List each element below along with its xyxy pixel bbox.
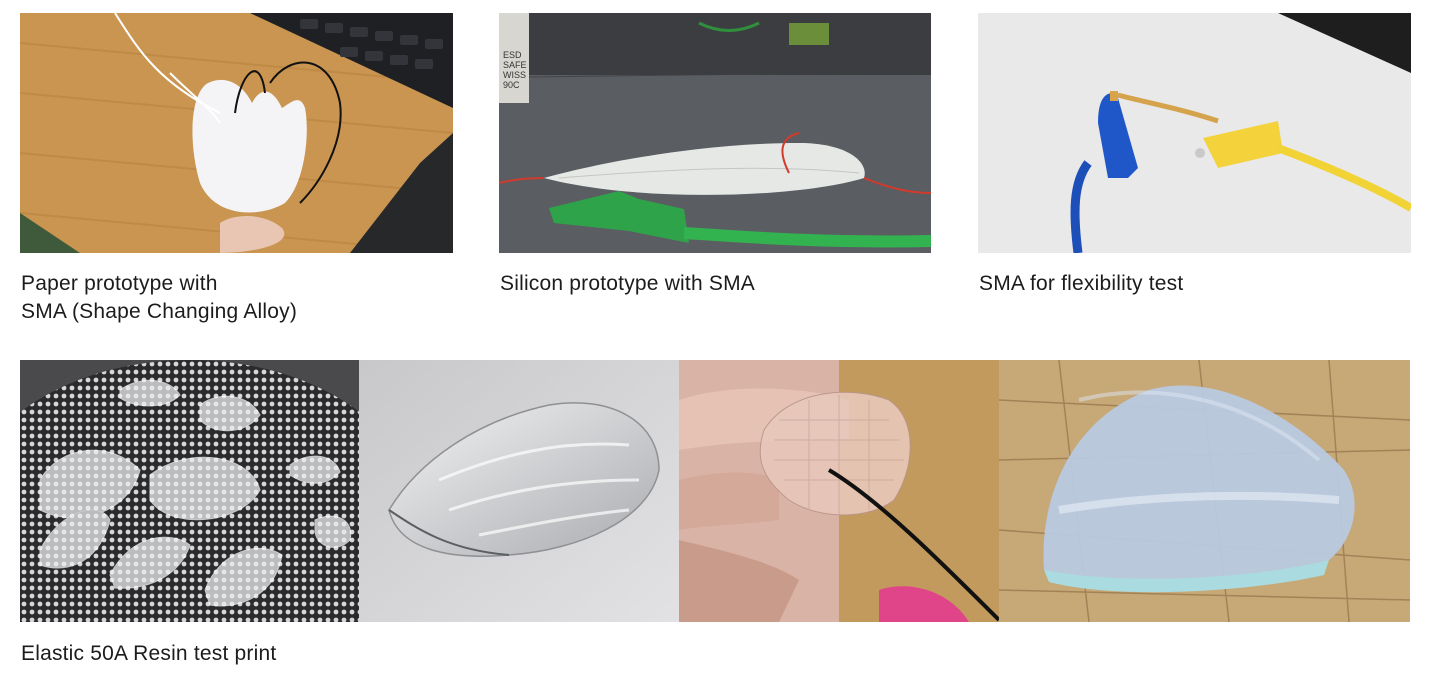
silicon-prototype-photo: ESD SAFE WISS 90C [499,13,931,253]
resin-test-caption: Elastic 50A Resin test print [21,642,277,665]
esd-label-line-2: SAFE [503,60,527,70]
silicon-prototype-caption: Silicon prototype with SMA [500,272,755,295]
esd-label-line-3: WISS [503,70,526,80]
resin-leaf-in-hand-photo [679,360,1000,622]
esd-label-line-4: 90C [503,80,520,90]
paper-prototype-caption: Paper prototype with SMA (Shape Changing… [21,272,298,323]
resin-leaf-render [359,360,680,622]
sma-flexibility-photo [978,13,1411,253]
resin-prints-tray-photo [20,360,359,622]
esd-label-line-1: ESD [503,50,522,60]
resin-leaf-on-wood-photo [999,360,1410,622]
paper-prototype-photo [20,13,453,253]
sma-flexibility-caption: SMA for flexibility test [979,272,1184,295]
